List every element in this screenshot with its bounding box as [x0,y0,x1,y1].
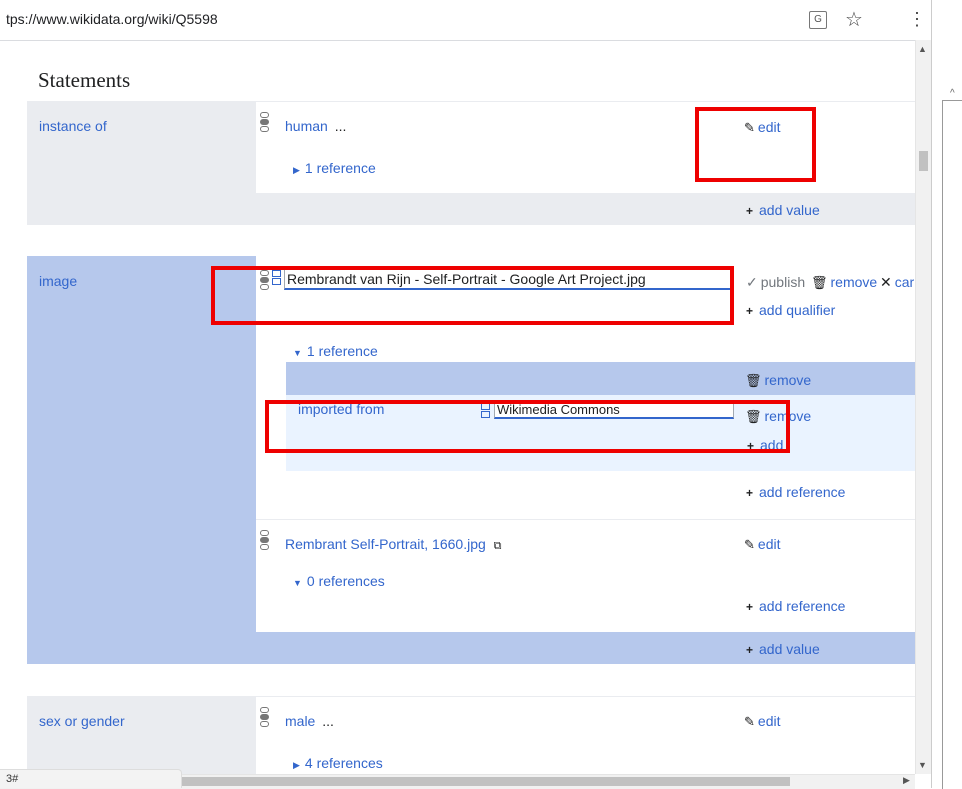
add-value-button-image[interactable]: + add value [746,641,820,657]
statements-heading: Statements [38,68,131,92]
plus-icon: + [746,486,754,500]
references-toggle-sex-or-gender[interactable]: ▶ 4 references [293,755,383,771]
caret-up-icon[interactable]: ^ [950,88,955,99]
plus-icon: + [746,600,754,614]
more-dots-2[interactable]: ... [322,713,334,729]
trash-icon: 🗑 [811,275,828,290]
pencil-icon: ✎ [744,714,755,729]
references-toggle-image[interactable]: ▼ 1 reference [293,343,378,359]
property-instance-of: instance of [27,101,256,225]
remove-button[interactable]: 🗑 remove [811,274,877,291]
side-panel-frame [942,100,962,789]
rank-normal-icon[interactable] [260,112,269,133]
triangle-down-icon: ▼ [293,578,302,588]
close-icon: ✕ [880,274,892,290]
check-icon: ✓ [746,274,758,290]
add-value-bar-instance-of: + add value [256,193,915,225]
status-bar: 3# [0,769,182,788]
plus-icon: + [746,204,754,218]
scroll-up-arrow-icon[interactable]: ▲ [918,44,927,54]
publish-button[interactable]: ✓ publish [746,274,805,291]
plus-icon: + [746,304,754,318]
external-link-icon[interactable]: ⧉ [494,540,502,552]
scroll-right-arrow-icon[interactable]: ▶ [903,775,910,786]
annotation-box-edit [695,107,816,182]
cancel-button[interactable]: ✕ car [880,274,915,291]
browser-menu-icon[interactable]: ⋮ [908,9,926,30]
url-text[interactable]: tps://www.wikidata.org/wiki/Q5598 [6,11,218,27]
add-qualifier-button[interactable]: + add qualifier [746,302,835,318]
property-label-image[interactable]: image [39,273,77,289]
triangle-down-icon: ▼ [293,348,302,358]
edit-button-image-2[interactable]: ✎ edit [744,536,780,553]
value-male[interactable]: male ... [285,713,334,729]
reference-remove-button[interactable]: 🗑 remove [745,372,811,389]
rank-normal-icon-2[interactable] [260,530,269,551]
value-human[interactable]: human ... [285,118,346,134]
add-value-button-instance-of[interactable]: + add value [746,202,820,218]
rank-normal-icon-3[interactable] [260,707,269,728]
translate-icon[interactable]: G [809,11,827,29]
reference-header: 🗑 remove [286,362,915,395]
annotation-box-reference [265,400,790,453]
trash-icon: 🗑 [745,373,762,388]
references-toggle-image-2[interactable]: ▼ 0 references [293,573,385,589]
horizontal-scroll-thumb[interactable] [180,777,790,786]
divider [256,519,915,520]
property-label-sex-or-gender[interactable]: sex or gender [39,713,125,729]
scroll-down-arrow-icon[interactable]: ▼ [918,760,927,770]
statement-sex-or-gender: male ... ✎ edit ▶ 4 references [256,696,915,775]
property-sex-or-gender: sex or gender [27,696,256,774]
plus-icon: + [746,643,754,657]
bookmark-star-icon[interactable]: ☆ [845,7,863,32]
add-reference-button-2[interactable]: + add reference [746,598,845,614]
references-toggle-instance-of[interactable]: ▶ 1 reference [293,160,376,176]
statement-instance-of: human ... ✎ edit ▶ 1 reference [256,101,915,194]
property-label-instance-of[interactable]: instance of [39,118,107,134]
more-dots[interactable]: ... [335,118,347,134]
vertical-scroll-thumb[interactable] [919,151,928,171]
value-rembrant-self-portrait[interactable]: Rembrant Self-Portrait, 1660.jpg ⧉ [285,536,502,553]
triangle-right-icon: ▶ [293,760,300,770]
edit-button-sex-or-gender[interactable]: ✎ edit [744,713,780,730]
triangle-right-icon: ▶ [293,165,300,175]
add-reference-button[interactable]: + add reference [746,484,845,500]
add-value-bar-image: + add value [256,632,915,664]
pencil-icon: ✎ [744,537,755,552]
annotation-box-image-input [211,266,734,325]
